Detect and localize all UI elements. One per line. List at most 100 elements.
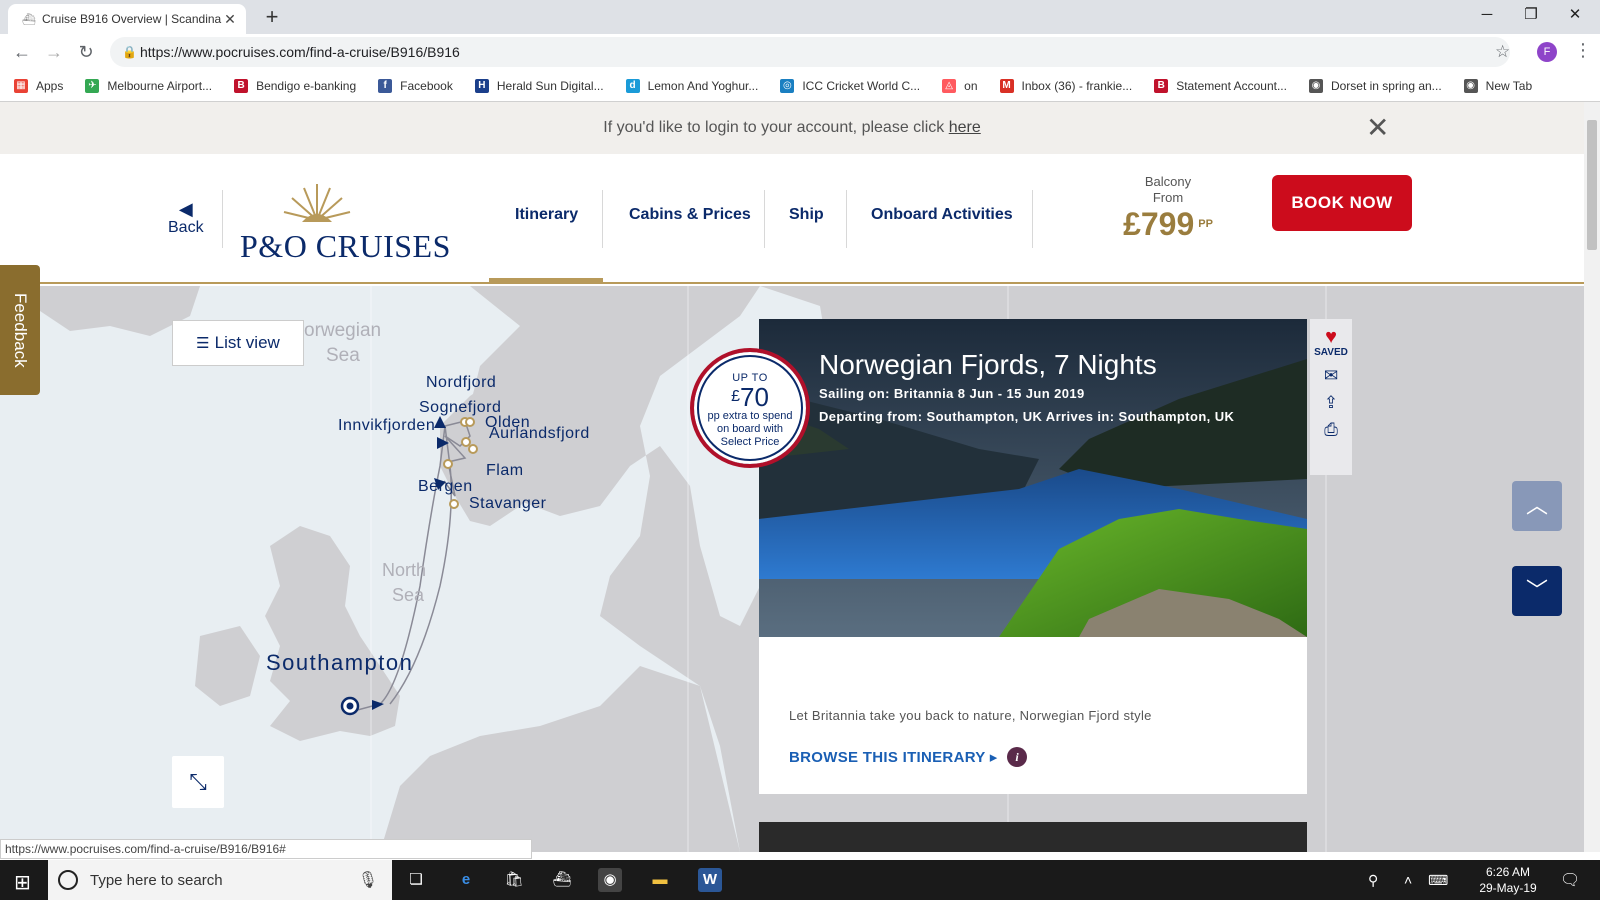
port-label[interactable]: Stavanger [469, 495, 546, 513]
caret-right-icon: ▸ [989, 749, 998, 766]
close-window-icon[interactable]: ✕ [1552, 0, 1598, 30]
scroll-up-button[interactable]: ︿ [1512, 481, 1562, 531]
page-scrollbar[interactable] [1584, 102, 1600, 852]
login-notice: If you'd like to login to your account, … [0, 102, 1584, 154]
browser-toolbar: ← → ↻ 🔒 https://www.pocruises.com/find-a… [0, 34, 1600, 70]
lock-icon: 🔒 [122, 45, 137, 59]
nav-itinerary[interactable]: Itinerary [515, 206, 578, 224]
task-view-icon[interactable]: ❏ [404, 868, 428, 892]
bookmark-item[interactable]: ◉ New Tab [1463, 78, 1533, 93]
bookmark-label: Apps [36, 78, 64, 93]
url-text: https://www.pocruises.com/find-a-cruise/… [140, 44, 460, 60]
keyboard-icon[interactable]: ⌨ [1428, 872, 1448, 889]
bookmark-item[interactable]: ✈ Melbourne Airport... [85, 78, 213, 93]
bookmark-favicon-icon: ▦ [14, 78, 28, 93]
divider [1032, 190, 1033, 248]
bookmark-item[interactable]: B Statement Account... [1154, 78, 1287, 93]
clock-date: 29-May-19 [1479, 881, 1537, 895]
tray-chevron-icon[interactable]: ˄ [1404, 872, 1412, 888]
nav-cabins-prices[interactable]: Cabins & Prices [629, 206, 751, 224]
close-tab-icon[interactable]: ✕ [222, 11, 238, 28]
port-label[interactable]: Innvikfjorden [338, 417, 435, 435]
cortana-icon [58, 870, 78, 890]
scrollbar-thumb[interactable] [1587, 120, 1597, 250]
login-link[interactable]: here [949, 119, 981, 136]
file-explorer-icon[interactable]: ▬ [648, 868, 672, 892]
minimize-icon[interactable]: ─ [1464, 0, 1510, 30]
site-header: ◀ Back P&O CRUISES Itinerary Cabins & Pr… [0, 154, 1584, 284]
store-icon[interactable]: 🛍 [502, 868, 526, 892]
bookmark-item[interactable]: ◎ ICC Cricket World C... [780, 78, 921, 93]
reload-icon[interactable]: ↻ [74, 40, 98, 64]
bookmark-label: Inbox (36) - frankie... [1021, 78, 1133, 93]
port-label[interactable]: Southampton [266, 650, 413, 676]
bookmark-star-icon[interactable]: ☆ [1495, 42, 1510, 62]
email-icon[interactable]: ✉ [1310, 367, 1352, 385]
feedback-tab[interactable]: Feedback [0, 265, 40, 395]
word-icon[interactable]: W [698, 868, 722, 892]
bookmark-item[interactable]: ◉ Dorset in spring an... [1308, 78, 1442, 93]
bookmark-item[interactable]: H Herald Sun Digital... [474, 78, 604, 93]
taskbar-search[interactable]: Type here to search 🎙 [48, 860, 392, 900]
taskbar-clock[interactable]: 6:26 AM 29-May-19 [1472, 864, 1544, 896]
sailing-info: Sailing on: Britannia 8 Jun - 15 Jun 201… [819, 386, 1085, 401]
bookmark-item[interactable]: M Inbox (36) - frankie... [999, 78, 1133, 93]
ship-app-icon[interactable]: ⛴ [550, 868, 574, 892]
collapse-map-icon[interactable]: ⤡ [172, 756, 224, 808]
port-label[interactable]: Flam [486, 462, 524, 480]
badge-text: pp extra to spend on board with Select P… [707, 410, 793, 448]
port-label[interactable]: Bergen [418, 478, 473, 496]
chrome-icon[interactable]: ◉ [598, 868, 622, 892]
port-label[interactable]: Nordfjord [426, 374, 496, 392]
divider [764, 190, 765, 248]
share-icon[interactable]: ⇪ [1310, 394, 1352, 412]
nav-ship[interactable]: Ship [789, 206, 824, 224]
divider [222, 190, 223, 248]
edge-icon[interactable]: e [454, 868, 478, 892]
info-icon[interactable]: i [1007, 747, 1027, 767]
menu-dots-icon[interactable]: ⋮ [1574, 40, 1592, 61]
back-arrow-icon[interactable]: ← [10, 40, 34, 64]
clock-time: 6:26 AM [1485, 865, 1531, 879]
profile-avatar[interactable]: F [1537, 42, 1557, 62]
browser-tab[interactable]: ⛴ Cruise B916 Overview | Scandina ✕ [8, 4, 246, 34]
windows-start-icon[interactable]: ⊞ [14, 870, 31, 895]
port-label[interactable]: Aurlandsfjord [489, 425, 590, 443]
tab-title: Cruise B916 Overview | Scandina [42, 12, 222, 26]
bookmark-label: Melbourne Airport... [107, 78, 213, 93]
microphone-icon[interactable]: 🎙 [358, 870, 378, 890]
divider [602, 190, 603, 248]
browse-itinerary-link[interactable]: BROWSE THIS ITINERARY ▸ [789, 748, 998, 766]
po-cruises-logo[interactable]: P&O CRUISES [240, 182, 450, 264]
bookmark-favicon-icon: f [378, 78, 393, 93]
bookmark-item[interactable]: d Lemon And Yoghur... [625, 78, 758, 93]
bookmark-item[interactable]: B Bendigo e-banking [234, 78, 356, 93]
cruise-description: Let Britannia take you back to nature, N… [789, 708, 1152, 723]
ship-favicon-icon: ⛴ [22, 13, 36, 26]
bookmark-item[interactable]: ◬ on [942, 78, 978, 93]
people-icon[interactable]: ⚲ [1368, 872, 1378, 889]
sea-label: Sea [392, 585, 425, 605]
address-bar[interactable]: 🔒 https://www.pocruises.com/find-a-cruis… [110, 37, 1510, 67]
bookmark-label: ICC Cricket World C... [802, 78, 921, 93]
price-from-label: From [1152, 190, 1184, 205]
nav-onboard-activities[interactable]: Onboard Activities [871, 206, 1013, 224]
close-notice-icon[interactable]: ✕ [1366, 114, 1389, 142]
back-button[interactable]: ◀ Back [168, 199, 204, 237]
bookmark-item[interactable]: ▦ Apps [14, 78, 64, 93]
saved-label: SAVED [1314, 347, 1348, 358]
bookmark-label: New Tab [1485, 78, 1533, 93]
list-view-button[interactable]: ☰ List view [172, 320, 304, 366]
new-tab-icon[interactable]: + [258, 4, 286, 30]
bookmark-favicon-icon: ◬ [942, 78, 957, 93]
scroll-down-button[interactable]: ﹀ [1512, 566, 1562, 616]
sea-label: orwegian [304, 320, 382, 341]
book-now-button[interactable]: BOOK NOW [1272, 175, 1412, 231]
print-icon[interactable]: ⎙ [1310, 421, 1352, 439]
notification-icon[interactable]: 🗨 [1560, 870, 1580, 890]
restore-icon[interactable]: ❐ [1508, 0, 1554, 30]
forward-arrow-icon[interactable]: → [42, 40, 66, 64]
bookmark-item[interactable]: f Facebook [378, 78, 453, 93]
back-caret-icon: ◀ [178, 199, 193, 219]
heart-icon[interactable]: ♥ [1310, 327, 1352, 347]
